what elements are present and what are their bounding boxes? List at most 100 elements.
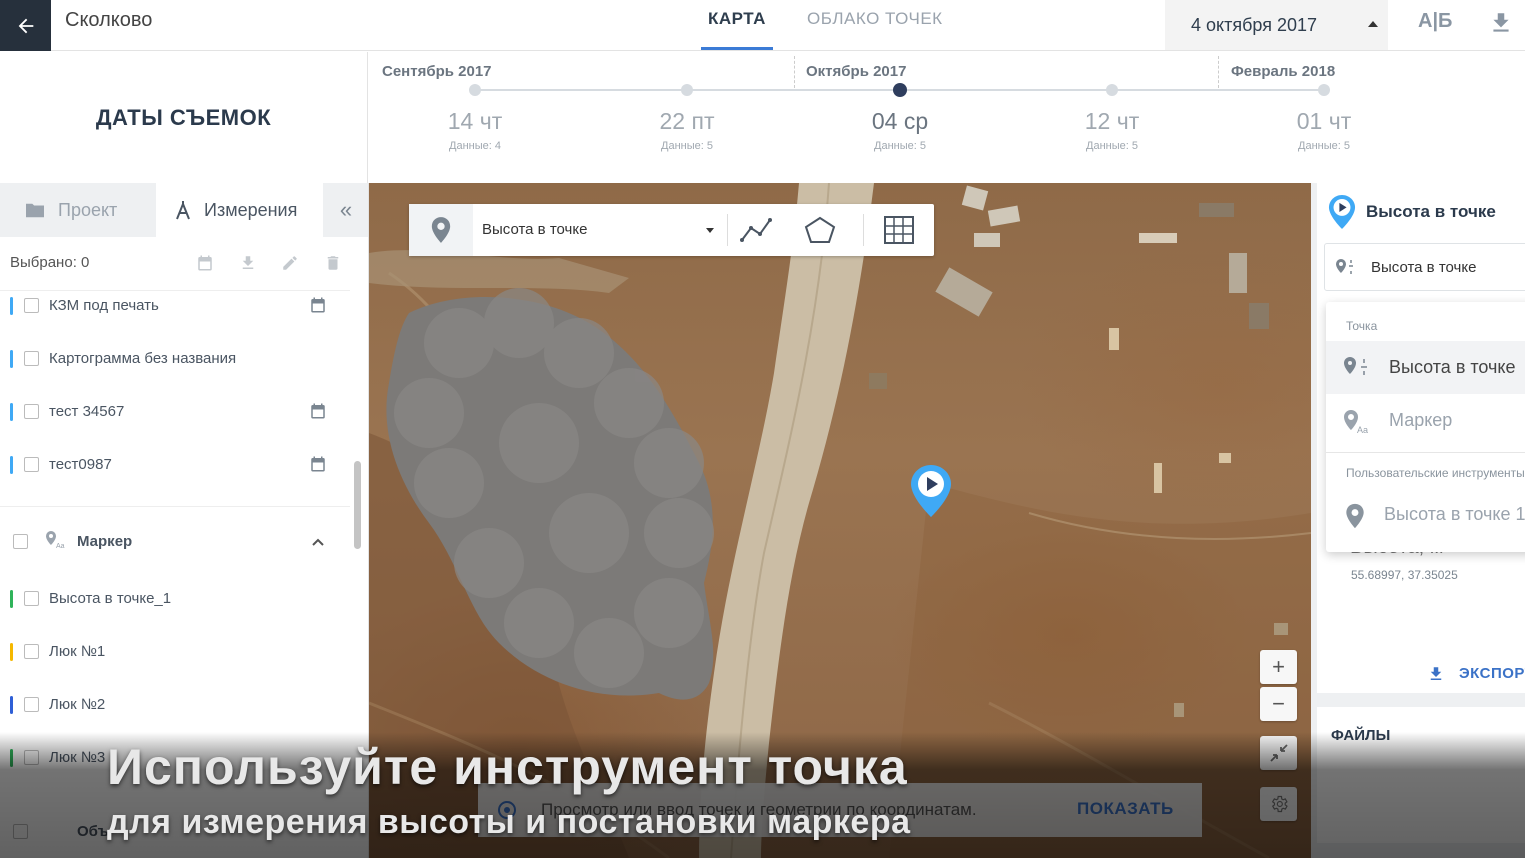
grid-tool-button[interactable] xyxy=(871,204,927,256)
marker-group-header[interactable]: Aa Маркер xyxy=(0,506,350,574)
point-tool-button[interactable] xyxy=(409,204,473,256)
timeline-dot[interactable] xyxy=(681,84,693,96)
settings-button[interactable] xyxy=(1260,787,1297,821)
back-button[interactable] xyxy=(0,0,51,51)
item-checkbox[interactable] xyxy=(24,404,39,419)
dropdown-item-custom[interactable]: Высота в точке 1 xyxy=(1326,488,1525,541)
files-title: ФАЙЛЫ xyxy=(1331,727,1391,744)
tab-point-cloud[interactable]: ОБЛАКО ТОЧЕК xyxy=(807,9,943,29)
toolbar-divider xyxy=(863,214,864,246)
point-coordinates: 55.68997, 37.35025 xyxy=(1351,568,1458,582)
dropdown-section-label: Точка xyxy=(1346,319,1378,333)
timeline-date[interactable]: 22 пт xyxy=(627,108,747,135)
calendar-icon[interactable] xyxy=(309,455,327,478)
layer-color-bar xyxy=(10,297,13,315)
list-item-label: Люк №3 xyxy=(49,749,106,766)
fit-extent-button[interactable] xyxy=(1260,736,1297,770)
calendar-icon[interactable] xyxy=(309,402,327,425)
tab-project[interactable]: Проект xyxy=(0,183,156,237)
edit-icon[interactable] xyxy=(281,254,301,274)
download-icon xyxy=(1427,664,1445,689)
list-item[interactable]: Люк №1 xyxy=(0,627,350,680)
month-label: Февраль 2018 xyxy=(1231,63,1336,80)
height-point-icon xyxy=(1342,356,1374,385)
layer-color-bar xyxy=(10,590,13,608)
point-type-dropdown: Точка Высота в точке Aa Маркер Пользоват… xyxy=(1326,302,1525,552)
list-item-label: тест0987 xyxy=(49,456,112,473)
location-pin-icon xyxy=(1344,503,1366,534)
list-item[interactable]: тест0987 xyxy=(0,440,350,493)
list-item[interactable]: тест 34567 xyxy=(0,387,350,440)
list-item[interactable]: КЗМ под печать xyxy=(0,281,350,334)
item-checkbox[interactable] xyxy=(24,298,39,313)
collapse-panel-button[interactable]: « xyxy=(323,183,368,237)
tab-map[interactable]: КАРТА xyxy=(708,9,766,29)
timeline-data-count: Данные: 5 xyxy=(1298,140,1350,152)
export-label: ЭКСПОРТ xyxy=(1459,665,1525,682)
polygon-icon xyxy=(804,216,836,243)
item-checkbox[interactable] xyxy=(24,351,39,366)
list-item-label: Люк №2 xyxy=(49,696,106,713)
timeline-date-active[interactable]: 04 ср xyxy=(840,108,960,135)
dropdown-item-marker[interactable]: Aa Маркер xyxy=(1326,394,1525,447)
dropdown-section-label: Пользовательские инструменты xyxy=(1346,466,1525,480)
point-type-select[interactable]: Высота в точке xyxy=(1324,243,1525,291)
timeline-date[interactable]: 14 чт xyxy=(415,108,535,135)
caption-subtitle: для измерения высоты и постановки маркер… xyxy=(107,803,911,841)
measure-toolbar: Высота в точке xyxy=(409,204,934,256)
zoom-in-button[interactable]: + xyxy=(1260,650,1297,684)
dropdown-item-label: Высота в точке 1 xyxy=(1384,504,1525,524)
item-checkbox[interactable] xyxy=(24,591,39,606)
polygon-tool-button[interactable] xyxy=(792,204,848,256)
timeline-dot[interactable] xyxy=(469,84,481,96)
item-checkbox[interactable] xyxy=(24,644,39,659)
active-tab-indicator xyxy=(701,47,773,50)
layer-color-bar xyxy=(10,350,13,368)
date-dropdown[interactable]: 4 октября 2017 xyxy=(1165,0,1388,50)
item-checkbox[interactable] xyxy=(13,824,28,839)
project-title: Сколково xyxy=(65,9,153,31)
map-pin-icon xyxy=(911,465,951,517)
download-icon[interactable] xyxy=(239,254,259,274)
date-dropdown-value: 4 октября 2017 xyxy=(1191,14,1317,35)
timeline-data-count: Данные: 5 xyxy=(661,140,713,152)
tab-measurements-label: Измерения xyxy=(204,199,298,220)
list-item[interactable]: Картограмма без названия xyxy=(0,334,350,387)
list-item-label: Картограмма без названия xyxy=(49,350,237,367)
list-item[interactable]: Люк №2 xyxy=(0,680,350,733)
placed-point-marker[interactable] xyxy=(908,463,954,524)
dropdown-item-height[interactable]: Высота в точке xyxy=(1326,341,1525,394)
list-item[interactable]: Высота в точке_1 xyxy=(0,574,350,627)
show-coordinates-button[interactable]: ПОКАЗАТЬ xyxy=(1077,799,1174,819)
item-checkbox[interactable] xyxy=(24,750,39,765)
item-checkbox[interactable] xyxy=(24,457,39,472)
list-item-label: Объ xyxy=(77,823,109,840)
calendar-icon[interactable] xyxy=(309,296,327,319)
timeline-dot[interactable] xyxy=(1106,84,1118,96)
zoom-out-button[interactable]: − xyxy=(1260,687,1297,721)
timeline-date[interactable]: 12 чт xyxy=(1052,108,1172,135)
item-checkbox[interactable] xyxy=(24,697,39,712)
scrollbar-thumb[interactable] xyxy=(354,461,361,549)
download-button[interactable] xyxy=(1488,10,1514,36)
group-checkbox[interactable] xyxy=(13,534,28,549)
survey-dates-title: ДАТЫ СЪЕМОК xyxy=(0,52,368,183)
tab-measurements[interactable]: Измерения xyxy=(156,183,323,237)
timeline-dot[interactable] xyxy=(1318,84,1330,96)
month-label: Сентябрь 2017 xyxy=(382,63,492,80)
month-separator xyxy=(1218,56,1219,88)
compare-ab-button[interactable]: А|Б xyxy=(1418,10,1452,33)
timeline-dot-active[interactable] xyxy=(893,83,907,97)
timeline-date[interactable]: 01 чт xyxy=(1264,108,1384,135)
export-button[interactable]: ЭКСПОРТ xyxy=(1317,660,1525,692)
marker-icon: Aa xyxy=(1342,409,1374,440)
tool-type-select[interactable]: Высота в точке xyxy=(473,204,723,256)
gear-icon xyxy=(1271,795,1288,813)
chevron-up-icon[interactable] xyxy=(311,534,325,552)
tab-project-label: Проект xyxy=(58,199,118,220)
calendar-icon[interactable] xyxy=(196,254,216,274)
trash-icon[interactable] xyxy=(324,254,344,274)
polyline-tool-button[interactable] xyxy=(728,204,784,256)
left-panel-tabs: Проект Измерения « xyxy=(0,183,368,237)
dropdown-item-label: Маркер xyxy=(1389,410,1453,430)
